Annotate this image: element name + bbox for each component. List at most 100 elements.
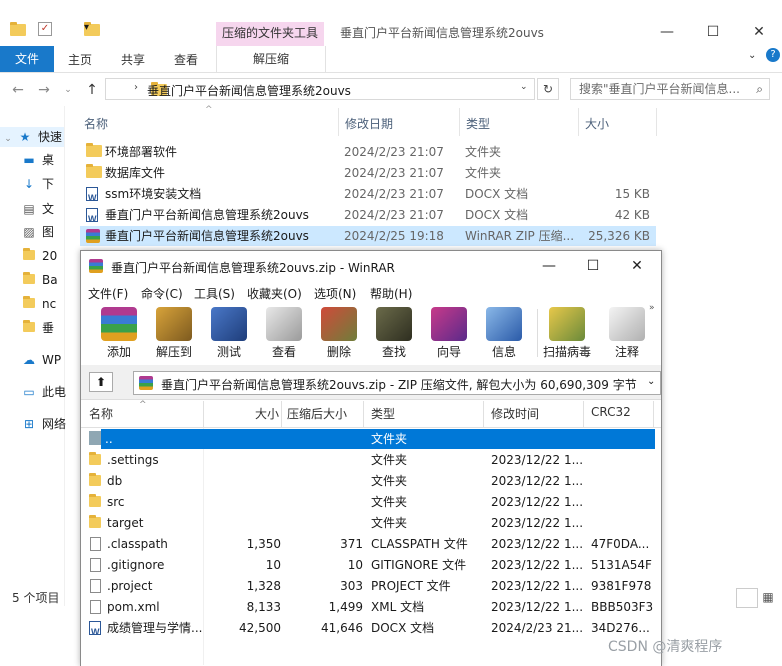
column-header-modified[interactable]: 修改时间	[491, 405, 539, 422]
close-icon[interactable]: ✕	[736, 18, 782, 46]
column-header-crc32[interactable]: CRC32	[591, 405, 631, 419]
large-icons-view-icon[interactable]: ▦	[760, 588, 776, 606]
archive-row[interactable]: db 文件夹 2023/12/22 1...	[85, 471, 659, 491]
entry-modified: 2023/12/22 1...	[491, 537, 584, 551]
archive-row[interactable]: .settings 文件夹 2023/12/22 1...	[85, 450, 659, 470]
details-view-icon[interactable]	[736, 588, 758, 608]
back-arrow-icon[interactable]: ←	[8, 80, 28, 100]
address-path[interactable]: 垂直门户平台新闻信息管理系统2ouvs	[147, 82, 351, 99]
toolbar-virus-scan-button[interactable]: 扫描病毒	[541, 307, 593, 361]
archive-row[interactable]: 成绩管理与学情... 42,500 41,646 DOCX 文档 2024/2/…	[85, 618, 659, 642]
column-divider[interactable]	[583, 401, 584, 427]
file-name: ssm环境安装文档	[105, 187, 202, 201]
toolbar-info-button[interactable]: 信息	[478, 307, 530, 361]
nav-item-documents[interactable]: ▤ 文	[22, 199, 54, 219]
column-divider[interactable]	[656, 108, 657, 136]
file-name: 垂直门户平台新闻信息管理系统2ouvs	[105, 208, 309, 222]
column-header-packed-size[interactable]: 压缩后大小	[287, 405, 347, 422]
column-header-size[interactable]: 大小	[255, 405, 279, 422]
nav-item-folder-20[interactable]: 20	[22, 246, 57, 266]
archive-row[interactable]: target 文件夹 2023/12/22 1...	[85, 513, 659, 533]
properties-icon[interactable]: ✓	[38, 22, 52, 36]
quick-access-dropdown-icon[interactable]: ▾	[84, 22, 89, 33]
menu-tools[interactable]: 工具(S)	[194, 285, 235, 302]
refresh-icon[interactable]: ↻	[537, 78, 559, 100]
menu-help[interactable]: 帮助(H)	[370, 285, 412, 302]
column-header-size[interactable]: 大小	[585, 115, 609, 132]
recent-locations-icon[interactable]: ⌄	[58, 80, 78, 100]
column-divider[interactable]	[653, 401, 654, 427]
toolbar-wizard-button[interactable]: 向导	[423, 307, 475, 361]
toolbar-view-button[interactable]: 查看	[258, 307, 310, 361]
winrar-app-icon[interactable]	[89, 259, 103, 273]
toolbar-find-button[interactable]: 查找	[368, 307, 420, 361]
nav-item-folder-nc[interactable]: nc	[22, 294, 56, 314]
nav-item-folder-ba[interactable]: Ba	[22, 270, 58, 290]
archive-row[interactable]: pom.xml 8,133 1,499 XML 文档 2023/12/22 1.…	[85, 597, 659, 617]
nav-item-this-pc[interactable]: ▭ 此电	[22, 382, 66, 402]
close-icon[interactable]: ✕	[615, 251, 659, 281]
nav-item-quick-access[interactable]: ⌄ ★ 快速	[4, 127, 62, 147]
column-divider[interactable]	[578, 108, 579, 136]
nav-item-folder-chui[interactable]: 垂	[22, 318, 54, 338]
toolbar-delete-button[interactable]: 删除	[313, 307, 365, 361]
archive-row-selected[interactable]: .. 文件夹	[89, 429, 655, 449]
nav-item-wps[interactable]: ☁ WP	[22, 350, 61, 370]
file-row-selected[interactable]: 垂直门户平台新闻信息管理系统2ouvs 2024/2/25 19:18 WinR…	[80, 226, 656, 246]
column-divider[interactable]	[281, 401, 282, 427]
toolbar-extract-button[interactable]: 解压到	[148, 307, 200, 361]
tab-extract[interactable]: 解压缩	[216, 46, 326, 72]
address-dropdown-icon[interactable]: ⌄	[520, 82, 528, 92]
up-folder-icon[interactable]: ⬆	[89, 372, 113, 392]
column-header-name[interactable]: 名称	[84, 115, 108, 132]
tab-home[interactable]: 主页	[68, 50, 92, 70]
column-divider[interactable]	[203, 401, 204, 427]
minimize-icon[interactable]: —	[644, 18, 690, 46]
column-divider[interactable]	[459, 108, 460, 136]
menu-options[interactable]: 选项(N)	[314, 285, 356, 302]
file-row[interactable]: 垂直门户平台新闻信息管理系统2ouvs 2024/2/23 21:07 DOCX…	[80, 205, 656, 229]
tab-view[interactable]: 查看	[174, 50, 198, 70]
archive-row[interactable]: .classpath 1,350 371 CLASSPATH 文件 2023/1…	[85, 534, 659, 554]
toolbar-test-button[interactable]: 测试	[203, 307, 255, 361]
nav-item-network[interactable]: ⊞ 网络	[22, 414, 66, 434]
minimize-icon[interactable]: —	[527, 251, 571, 281]
help-icon[interactable]: ?	[766, 48, 780, 62]
search-input[interactable]: 搜索"垂直门户平台新闻信息... ⌕	[570, 78, 770, 100]
tab-share[interactable]: 共享	[121, 50, 145, 70]
up-arrow-icon[interactable]: ↑	[82, 80, 102, 100]
menu-favorites[interactable]: 收藏夹(O)	[247, 285, 302, 302]
column-header-type[interactable]: 类型	[466, 115, 490, 132]
menu-commands[interactable]: 命令(C)	[141, 285, 183, 302]
nav-item-downloads[interactable]: ↓ 下	[22, 174, 54, 194]
file-row[interactable]: 环境部署软件 2024/2/23 21:07 文件夹	[80, 142, 656, 162]
breadcrumb-chevron-icon[interactable]: ›	[134, 82, 138, 93]
file-row[interactable]: ssm环境安装文档 2024/2/23 21:07 DOCX 文档 15 KB	[80, 184, 656, 208]
maximize-icon[interactable]: ☐	[571, 251, 615, 281]
toolbar-comment-button[interactable]: 注释	[601, 307, 653, 361]
forward-arrow-icon[interactable]: →	[34, 80, 54, 100]
archive-row[interactable]: .gitignore 10 10 GITIGNORE 文件 2023/12/22…	[85, 555, 659, 575]
nav-item-desktop[interactable]: ▬ 桌	[22, 150, 54, 170]
toolbar-overflow-icon[interactable]: »	[649, 303, 655, 313]
vertical-scrollbar[interactable]	[655, 428, 661, 665]
column-header-type[interactable]: 类型	[371, 405, 395, 422]
archive-row[interactable]: src 文件夹 2023/12/22 1...	[85, 492, 659, 512]
column-divider[interactable]	[363, 401, 364, 427]
archive-row[interactable]: .project 1,328 303 PROJECT 文件 2023/12/22…	[85, 576, 659, 596]
toolbar-add-button[interactable]: 添加	[93, 307, 145, 361]
menu-file[interactable]: 文件(F)	[88, 285, 128, 302]
path-dropdown-icon[interactable]: ⌄	[647, 376, 655, 387]
search-icon[interactable]: ⌕	[756, 79, 763, 99]
entry-name: .gitignore	[107, 558, 165, 572]
expand-ribbon-icon[interactable]: ⌄	[748, 50, 756, 61]
column-header-date[interactable]: 修改日期	[345, 115, 393, 132]
column-header-name[interactable]: 名称	[89, 405, 113, 422]
column-divider[interactable]	[338, 108, 339, 136]
tab-file[interactable]: 文件	[0, 46, 54, 72]
nav-item-pictures[interactable]: ▨ 图	[22, 222, 54, 242]
folder-icon	[89, 473, 101, 486]
column-divider[interactable]	[483, 401, 484, 427]
file-row[interactable]: 数据库文件 2024/2/23 21:07 文件夹	[80, 163, 656, 183]
maximize-icon[interactable]: ☐	[690, 18, 736, 46]
